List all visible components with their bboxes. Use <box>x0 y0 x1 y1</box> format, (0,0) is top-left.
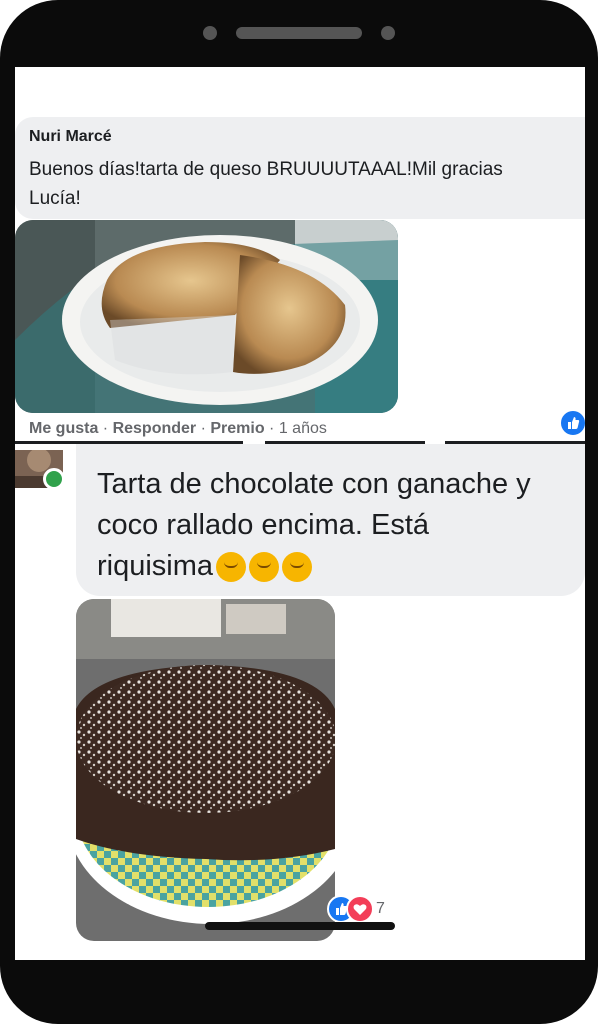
comment-bubble: Tarta de chocolate con ganache y coco ra… <box>76 444 585 596</box>
comment-actions: Me gusta · Responder · Premio · 1 años <box>29 420 327 438</box>
phone-frame: Nuri Marcé Buenos días!tarta de queso BR… <box>0 0 598 1024</box>
separator: · <box>264 420 279 437</box>
home-indicator[interactable] <box>205 922 395 930</box>
thumbs-up-icon <box>568 417 580 429</box>
cheesecake-image <box>15 220 398 413</box>
chocolate-cake-image <box>76 599 335 941</box>
like-icon[interactable] <box>559 409 585 437</box>
comment-text: Tarta de chocolate con ganache y coco ra… <box>97 464 577 587</box>
hugging-face-emoji <box>282 552 313 583</box>
online-status-indicator <box>43 468 65 490</box>
comment-text: Buenos días!tarta de queso BRUUUUTAAAL!M… <box>29 155 585 213</box>
cheesecake-photo[interactable] <box>15 220 398 413</box>
hugging-face-emoji <box>249 552 280 583</box>
comment-text-line: coco rallado encima. Está <box>97 509 430 541</box>
chocolate-coconut-cake-photo[interactable] <box>76 599 335 941</box>
comment-time: 1 años <box>278 420 327 437</box>
screen: Nuri Marcé Buenos días!tarta de queso BR… <box>15 67 585 960</box>
comment-bubble: Nuri Marcé Buenos días!tarta de queso BR… <box>15 117 585 219</box>
comment-text-line: Lucía! <box>29 188 81 209</box>
speaker-grille <box>236 27 362 39</box>
comment-text-line-with-emoji: riquisima <box>97 546 577 587</box>
front-camera-icon <box>203 26 217 40</box>
heart-icon <box>353 904 367 915</box>
reaction-summary[interactable]: 7 <box>327 895 385 923</box>
like-link[interactable]: Me gusta <box>29 420 98 437</box>
reaction-count: 7 <box>376 900 385 917</box>
love-icon <box>346 895 374 923</box>
separator: · <box>98 420 113 437</box>
comment-text-line: Tarta de chocolate con ganache y <box>97 468 531 500</box>
sensor-icon <box>381 26 395 40</box>
separator: · <box>196 420 211 437</box>
reply-link[interactable]: Responder <box>113 420 197 437</box>
comment-author[interactable]: Nuri Marcé <box>29 128 112 146</box>
comment-text-line: Buenos días!tarta de queso BRUUUUTAAAL!M… <box>29 159 503 180</box>
hugging-face-emoji <box>216 552 247 583</box>
comment-text-fragment: riquisima <box>97 550 214 582</box>
award-link[interactable]: Premio <box>210 420 264 437</box>
